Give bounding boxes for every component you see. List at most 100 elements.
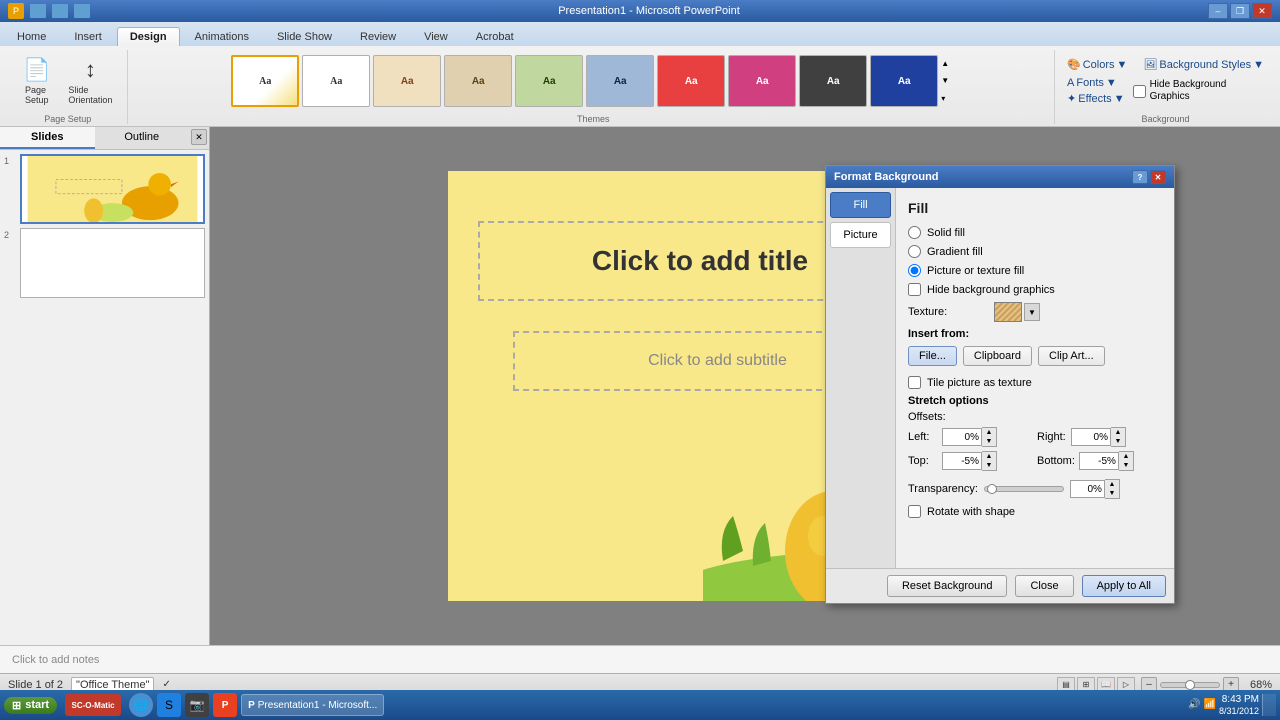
- clock-time: 8:43 PM: [1219, 694, 1259, 706]
- texture-select: ▼: [994, 302, 1040, 322]
- top-down-btn[interactable]: ▼: [982, 461, 996, 470]
- close-button[interactable]: ✕: [1252, 3, 1272, 19]
- solid-fill-radio[interactable]: [908, 226, 921, 239]
- app3-icon[interactable]: 📷: [185, 693, 209, 717]
- dialog-fill-button[interactable]: Fill: [830, 192, 891, 218]
- insert-from-label: Insert from:: [908, 328, 1162, 340]
- dialog-footer: Reset Background Close Apply to All: [826, 568, 1174, 603]
- fonts-dropdown[interactable]: ▼: [1106, 77, 1117, 89]
- theme-check: ✓: [162, 679, 170, 690]
- theme-9[interactable]: Aa: [799, 55, 867, 107]
- reset-background-button[interactable]: Reset Background: [887, 575, 1008, 597]
- ribbon-group-pagesetup: 📄 PageSetup ↕ SlideOrientation Page Setu…: [8, 50, 128, 124]
- tab-acrobat[interactable]: Acrobat: [463, 27, 527, 46]
- tab-design[interactable]: Design: [117, 27, 180, 46]
- active-app-button[interactable]: P Presentation1 - Microsoft...: [241, 694, 384, 716]
- taskbar-system-icons: 🔊 📶 8:43 PM 8/31/2012: [1188, 694, 1276, 717]
- transparency-down-btn[interactable]: ▼: [1105, 489, 1119, 498]
- colors-button[interactable]: 🎨 Colors ▼: [1067, 58, 1127, 71]
- powerpoint-taskbar-icon[interactable]: P: [213, 693, 237, 717]
- tab-review[interactable]: Review: [347, 27, 409, 46]
- left-up-btn[interactable]: ▲: [982, 428, 996, 437]
- file-button[interactable]: File...: [908, 346, 957, 366]
- tab-view[interactable]: View: [411, 27, 461, 46]
- picture-fill-radio[interactable]: [908, 264, 921, 277]
- bottom-input[interactable]: [1079, 452, 1119, 470]
- theme-10[interactable]: Aa: [870, 55, 938, 107]
- dialog-close-footer-button[interactable]: Close: [1015, 575, 1073, 597]
- show-desktop-button[interactable]: [1262, 694, 1276, 716]
- right-spinner: ▲ ▼: [1071, 427, 1126, 447]
- rotate-shape-checkbox[interactable]: [908, 505, 921, 518]
- theme-2[interactable]: Aa: [302, 55, 370, 107]
- theme-7[interactable]: Aa: [657, 55, 725, 107]
- tab-insert[interactable]: Insert: [61, 27, 115, 46]
- tile-picture-checkbox[interactable]: [908, 376, 921, 389]
- theme-3[interactable]: Aa: [373, 55, 441, 107]
- quick-access-redo[interactable]: [74, 4, 90, 18]
- background-styles-button[interactable]: 🖼 Background Styles ▼: [1143, 58, 1264, 71]
- start-button[interactable]: ⊞ start: [4, 697, 57, 714]
- clip-art-button[interactable]: Clip Art...: [1038, 346, 1105, 366]
- slide-preview-2[interactable]: [20, 228, 205, 298]
- slide-thumb-2[interactable]: 2: [4, 228, 205, 298]
- chrome-icon[interactable]: 🌐: [129, 693, 153, 717]
- hide-bg-checkbox[interactable]: [1133, 85, 1146, 98]
- theme-8[interactable]: Aa: [728, 55, 796, 107]
- slide-orientation-button[interactable]: ↕ SlideOrientation: [61, 52, 119, 110]
- themes-group-label: Themes: [577, 112, 610, 124]
- left-input[interactable]: [942, 428, 982, 446]
- quick-access-save[interactable]: [30, 4, 46, 18]
- restore-button[interactable]: ❐: [1230, 3, 1250, 19]
- slide-preview-1[interactable]: [20, 154, 205, 224]
- theme-6[interactable]: Aa: [586, 55, 654, 107]
- gradient-fill-radio[interactable]: [908, 245, 921, 258]
- minimize-button[interactable]: –: [1208, 3, 1228, 19]
- ribbon-group-background: 🎨 Colors ▼ 🖼 Background Styles ▼ A: [1059, 50, 1272, 124]
- left-down-btn[interactable]: ▼: [982, 437, 996, 446]
- hide-bg-graphics-checkbox[interactable]: [908, 283, 921, 296]
- clipboard-button[interactable]: Clipboard: [963, 346, 1032, 366]
- sidebar-tab-outline[interactable]: Outline: [95, 127, 190, 149]
- bottom-spinner: ▲ ▼: [1079, 451, 1134, 471]
- slide-thumb-1[interactable]: 1: [4, 154, 205, 224]
- bottom-up-btn[interactable]: ▲: [1119, 452, 1133, 461]
- colors-dropdown[interactable]: ▼: [1117, 59, 1128, 71]
- notes-area[interactable]: Click to add notes: [0, 645, 1280, 673]
- tab-slideshow[interactable]: Slide Show: [264, 27, 345, 46]
- theme-4[interactable]: Aa: [444, 55, 512, 107]
- right-input[interactable]: [1071, 428, 1111, 446]
- right-up-btn[interactable]: ▲: [1111, 428, 1125, 437]
- dialog-picture-button[interactable]: Picture: [830, 222, 891, 248]
- effects-button[interactable]: ✦ Effects ▼: [1067, 92, 1125, 105]
- top-input[interactable]: [942, 452, 982, 470]
- sidebar-close-button[interactable]: ✕: [191, 129, 207, 145]
- dialog-close-button[interactable]: ✕: [1150, 170, 1166, 184]
- transparency-slider[interactable]: [984, 486, 1064, 492]
- top-up-btn[interactable]: ▲: [982, 452, 996, 461]
- bg-styles-dropdown[interactable]: ▼: [1253, 59, 1264, 71]
- tab-home[interactable]: Home: [4, 27, 59, 46]
- theme-office[interactable]: Aa: [231, 55, 299, 107]
- slide-info: Slide 1 of 2: [8, 679, 63, 691]
- transparency-up-btn[interactable]: ▲: [1105, 480, 1119, 489]
- tab-animations[interactable]: Animations: [182, 27, 262, 46]
- slide-num-2: 2: [4, 228, 16, 240]
- left-spinner: ▲ ▼: [942, 427, 997, 447]
- transparency-input[interactable]: [1070, 480, 1105, 498]
- quick-access-undo[interactable]: [52, 4, 68, 18]
- bottom-down-btn[interactable]: ▼: [1119, 461, 1133, 470]
- fonts-button[interactable]: A Fonts ▼: [1067, 77, 1125, 89]
- insert-buttons-row: File... Clipboard Clip Art...: [908, 346, 1162, 366]
- texture-dropdown[interactable]: ▼: [1024, 303, 1040, 321]
- dialog-help-button[interactable]: ?: [1132, 170, 1148, 184]
- zoom-slider[interactable]: [1160, 682, 1220, 688]
- apply-to-all-button[interactable]: Apply to All: [1082, 575, 1166, 597]
- effects-dropdown[interactable]: ▼: [1114, 93, 1125, 105]
- page-setup-button[interactable]: 📄 PageSetup: [16, 52, 57, 110]
- themes-scroll[interactable]: ▲ ▼ ▾: [941, 55, 955, 107]
- theme-5[interactable]: Aa: [515, 55, 583, 107]
- right-down-btn[interactable]: ▼: [1111, 437, 1125, 446]
- sidebar-tab-slides[interactable]: Slides: [0, 127, 95, 149]
- skype-icon[interactable]: S: [157, 693, 181, 717]
